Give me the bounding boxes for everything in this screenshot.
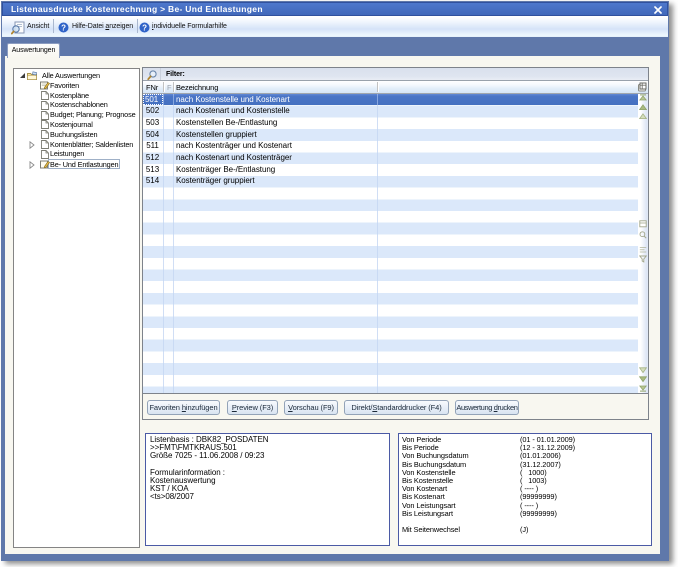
svg-text:?: ?: [61, 23, 66, 32]
svg-text:?: ?: [142, 23, 147, 32]
